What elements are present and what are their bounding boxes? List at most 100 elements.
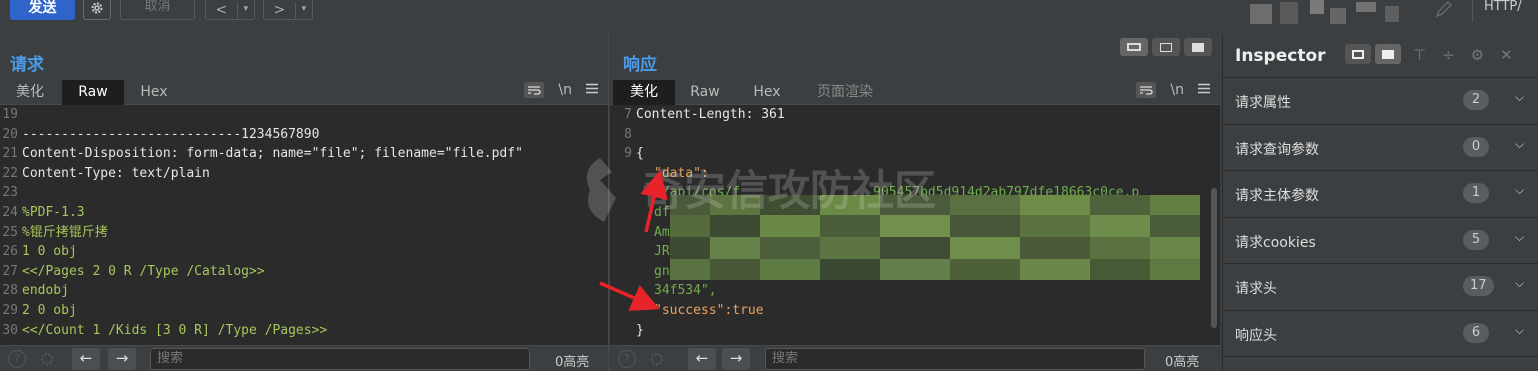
cancel-button[interactable]: 取消	[120, 0, 195, 20]
menu-icon[interactable]	[1198, 82, 1210, 98]
layout-toggle	[1120, 38, 1212, 56]
search-next-button[interactable]: →	[722, 348, 750, 370]
layout-split-horizontal[interactable]	[1120, 38, 1148, 56]
split-icon[interactable]: ÷	[1442, 46, 1455, 64]
chevron-down-icon[interactable]: ⌵	[1515, 90, 1524, 105]
divider	[1472, 0, 1473, 22]
help-icon[interactable]: ?	[618, 350, 636, 368]
code-line: 29 2 0 obj	[2, 302, 77, 318]
pencil-icon[interactable]	[1434, 0, 1454, 22]
code-line: 21 Content-Disposition: form-data; name="…	[2, 146, 523, 162]
back-arrow: <	[215, 1, 228, 18]
code-line: "data":	[654, 165, 709, 181]
layout-split-vertical[interactable]	[1152, 38, 1180, 56]
inspector-row-request-headers[interactable]: 请求头 17 ⌵	[1223, 264, 1538, 311]
close-icon[interactable]: ✕	[1500, 46, 1513, 64]
chevron-down-icon[interactable]: ⌵	[1515, 276, 1524, 291]
code-line: 26 1 0 obj	[2, 244, 77, 260]
burp-repeater: 发送 取消 < ▾ > ▾ HTTP/ 请求 美化 Raw Hex \n 19 …	[0, 0, 1538, 371]
chevron-down-icon[interactable]: ⌵	[1515, 137, 1524, 152]
layout-split-icon[interactable]	[1345, 44, 1371, 64]
forward-button[interactable]: > ▾	[263, 0, 313, 20]
row-label: 请求cookies	[1235, 234, 1316, 251]
row-label: 响应头	[1235, 327, 1277, 344]
back-button[interactable]: < ▾	[205, 0, 255, 20]
redacted-content	[670, 195, 1200, 280]
wrap-lines-icon[interactable]	[524, 82, 545, 98]
highlight-count: 0高亮	[1165, 355, 1200, 370]
newline-toggle[interactable]: \n	[1170, 82, 1184, 98]
response-footer: ? ← → 搜索 0高亮	[610, 345, 1220, 371]
send-button[interactable]: 发送	[10, 0, 75, 20]
toolbar: 发送 取消 < ▾ > ▾ HTTP/	[0, 0, 1538, 34]
menu-icon[interactable]	[586, 82, 598, 98]
inspector-tools: ⊤ ÷ ⚙ ✕	[1413, 46, 1513, 64]
redacted-target	[1250, 0, 1420, 28]
tab-hex[interactable]: Hex	[746, 80, 788, 105]
count-badge: 0	[1463, 136, 1489, 157]
gear-icon[interactable]	[648, 350, 666, 368]
request-title: 请求	[10, 55, 44, 75]
code-line: 19	[2, 107, 18, 122]
code-line: 28 endobj	[2, 283, 69, 299]
inspector-row-query-params[interactable]: 请求查询参数 0 ⌵	[1223, 125, 1538, 171]
count-badge: 1	[1463, 183, 1489, 203]
search-prev-button[interactable]: ←	[72, 348, 100, 370]
layout-full-icon[interactable]	[1375, 44, 1401, 64]
code-line: 20 ----------------------------1234567890	[2, 126, 320, 142]
count-badge: 2	[1463, 90, 1489, 110]
chevron-down-icon[interactable]: ▾	[236, 1, 254, 18]
layout-tabs[interactable]	[1184, 38, 1212, 56]
code-line: 30 <</Count 1 /Kids [3 0 R] /Type /Pages>…	[2, 322, 328, 338]
gear-icon	[90, 0, 104, 19]
inspector-row-response-headers[interactable]: 响应头 6 ⌵	[1223, 311, 1538, 357]
newline-toggle[interactable]: \n	[558, 82, 572, 98]
tab-raw[interactable]: Raw	[684, 80, 726, 105]
chevron-down-icon[interactable]: ⌵	[1515, 323, 1524, 338]
search-next-button[interactable]: →	[108, 348, 136, 370]
request-editor[interactable]: 19 20 ----------------------------1234567…	[0, 105, 608, 345]
inspector-title: Inspector	[1235, 46, 1326, 66]
forward-arrow: >	[273, 1, 286, 18]
wrap-lines-icon[interactable]	[1136, 82, 1157, 98]
code-line: 34f534",	[654, 283, 717, 299]
code-line: 9{	[624, 146, 644, 162]
inspector-panel: Inspector ⊤ ÷ ⚙ ✕ 请求属性 2 ⌵ 请求查询参数 0 ⌵ 请求…	[1222, 34, 1538, 371]
chevron-down-icon[interactable]: ▾	[294, 1, 312, 18]
align-top-icon[interactable]: ⊤	[1413, 46, 1426, 64]
code-line: 27 <</Pages 2 0 R /Type /Catalog>>	[2, 263, 265, 279]
inspector-row-cookies[interactable]: 请求cookies 5 ⌵	[1223, 218, 1538, 264]
search-prev-button[interactable]: ←	[688, 348, 716, 370]
tab-raw[interactable]: Raw	[62, 80, 124, 105]
tab-render[interactable]: 页面渲染	[810, 80, 880, 105]
count-badge: 5	[1463, 229, 1489, 250]
code-line: 8	[624, 126, 632, 142]
response-tabs: 美化 Raw Hex 页面渲染 \n	[610, 74, 1220, 105]
search-input[interactable]: 搜索	[765, 348, 1145, 370]
chevron-down-icon[interactable]: ⌵	[1515, 230, 1524, 245]
http-version-label: HTTP/	[1484, 0, 1522, 14]
gear-icon[interactable]	[38, 350, 56, 368]
tab-pretty[interactable]: 美化	[8, 80, 52, 105]
row-label: 请求属性	[1235, 95, 1291, 111]
chevron-down-icon[interactable]: ⌵	[1515, 183, 1524, 198]
code-line: 25 %锟斤拷锟斤拷	[2, 224, 108, 240]
help-icon[interactable]: ?	[8, 350, 26, 368]
tab-hex[interactable]: Hex	[132, 80, 176, 105]
scrollbar[interactable]	[1211, 188, 1217, 328]
inspector-header: Inspector ⊤ ÷ ⚙ ✕	[1223, 34, 1538, 78]
request-footer: ? ← → 搜索 0高亮	[0, 345, 608, 371]
tab-pretty[interactable]: 美化	[613, 80, 675, 105]
gear-icon[interactable]: ⚙	[1471, 46, 1484, 64]
inspector-layout	[1345, 44, 1401, 64]
inspector-row-body-params[interactable]: 请求主体参数 1 ⌵	[1223, 171, 1538, 218]
code-line: 24 %PDF-1.3	[2, 204, 85, 220]
settings-button[interactable]	[83, 0, 111, 20]
response-header: 响应	[610, 34, 1220, 75]
row-label: 请求头	[1235, 281, 1277, 297]
request-tabs: 美化 Raw Hex \n	[0, 74, 608, 105]
code-line: 22 Content-Type: text/plain	[2, 165, 210, 181]
row-label: 请求主体参数	[1235, 188, 1319, 204]
inspector-row-request-attributes[interactable]: 请求属性 2 ⌵	[1223, 78, 1538, 125]
search-input[interactable]: 搜索	[150, 348, 530, 370]
